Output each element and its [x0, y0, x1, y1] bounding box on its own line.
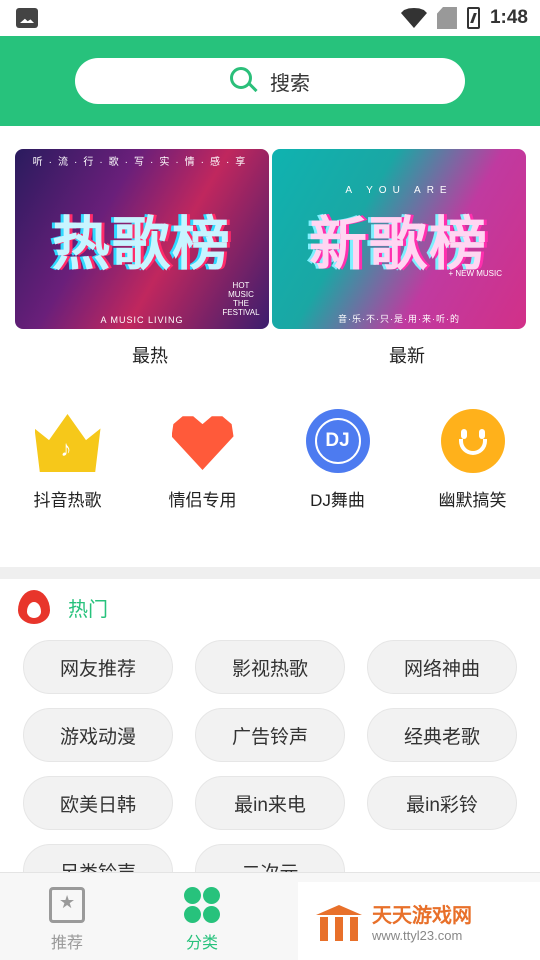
clover-icon: [184, 887, 220, 923]
category-dj[interactable]: DJ DJ舞曲: [270, 408, 405, 511]
smile-icon: [440, 408, 506, 474]
battery-charging-icon: [466, 7, 480, 29]
banner-side-text: HOT MUSIC THE FESTIVAL: [222, 281, 260, 317]
tag-chip[interactable]: 经典老歌: [367, 708, 517, 762]
tab-label: 推荐: [50, 935, 83, 952]
dj-icon: DJ: [305, 408, 371, 474]
search-label: 搜索: [270, 72, 310, 95]
heart-icon: [170, 408, 236, 474]
star-book-icon: [49, 887, 85, 923]
search-icon: [230, 67, 258, 95]
banner-top-text: A YOU ARE: [345, 185, 453, 196]
tab-recommend[interactable]: 推荐: [27, 887, 107, 953]
hot-section-header: 热门: [18, 590, 108, 624]
watermark-logo-icon: [316, 901, 362, 941]
hot-chart-banner[interactable]: 听·流·行·歌·写·实·情·感·享 热歌榜 HOT MUSIC THE FEST…: [15, 149, 269, 329]
site-watermark: 天天游戏网 www.ttyl23.com: [298, 882, 540, 960]
tag-chip[interactable]: 影视热歌: [195, 640, 345, 694]
tag-chip[interactable]: 最in彩铃: [367, 776, 517, 830]
tab-label: 分类: [185, 935, 218, 952]
dj-icon-text: DJ: [314, 418, 361, 464]
chart-banners: 听·流·行·歌·写·实·情·感·享 热歌榜 HOT MUSIC THE FEST…: [15, 149, 526, 329]
banner-side-text: + NEW MUSIC: [448, 269, 502, 278]
banner-foot-text: A MUSIC LIVING: [100, 315, 184, 325]
category-couple[interactable]: 情侣专用: [135, 408, 270, 511]
section-divider: [0, 567, 540, 579]
banner-top-text: 听·流·行·歌·写·实·情·感·享: [32, 157, 252, 168]
category-douyin[interactable]: ♪ 抖音热歌: [0, 408, 135, 511]
category-label: DJ舞曲: [310, 491, 365, 510]
wifi-icon: [400, 8, 427, 28]
tag-chip[interactable]: 最in来电: [195, 776, 345, 830]
hot-chart-caption[interactable]: 最热: [23, 342, 277, 368]
no-sim-icon: [436, 7, 457, 29]
new-chart-caption[interactable]: 最新: [280, 342, 534, 368]
tag-chip[interactable]: 游戏动漫: [23, 708, 173, 762]
crown-note-icon: ♪: [34, 408, 101, 474]
tag-chip[interactable]: 网络神曲: [367, 640, 517, 694]
status-icons: 1:48: [400, 6, 528, 30]
fire-icon: [18, 590, 50, 624]
hot-section-title: 热门: [68, 598, 108, 621]
status-time: 1:48: [489, 7, 528, 28]
watermark-url: www.ttyl23.com: [372, 928, 463, 943]
image-notification-icon: [16, 8, 38, 28]
tag-chip[interactable]: 网友推荐: [23, 640, 173, 694]
watermark-name: 天天游戏网: [372, 905, 472, 927]
category-humor[interactable]: 幽默搞笑: [405, 408, 540, 511]
category-row: ♪ 抖音热歌 情侣专用 DJ DJ舞曲 幽默搞笑: [0, 408, 540, 518]
category-label: 抖音热歌: [33, 491, 102, 510]
new-chart-banner[interactable]: A YOU ARE 新歌榜 + NEW MUSIC 音·乐·不·只·是·用·来·…: [272, 149, 526, 329]
tag-chip[interactable]: 广告铃声: [195, 708, 345, 762]
banner-title: 热歌榜: [51, 212, 232, 277]
category-label: 幽默搞笑: [438, 491, 507, 510]
header: 搜索: [0, 36, 540, 126]
search-bar[interactable]: 搜索: [75, 58, 465, 104]
banner-foot-text: 音·乐·不·只·是·用·来·听·的: [338, 314, 460, 324]
status-bar: 1:48: [0, 0, 540, 36]
category-label: 情侣专用: [168, 491, 237, 510]
tab-category[interactable]: 分类: [162, 887, 242, 953]
tag-chip[interactable]: 欧美日韩: [23, 776, 173, 830]
